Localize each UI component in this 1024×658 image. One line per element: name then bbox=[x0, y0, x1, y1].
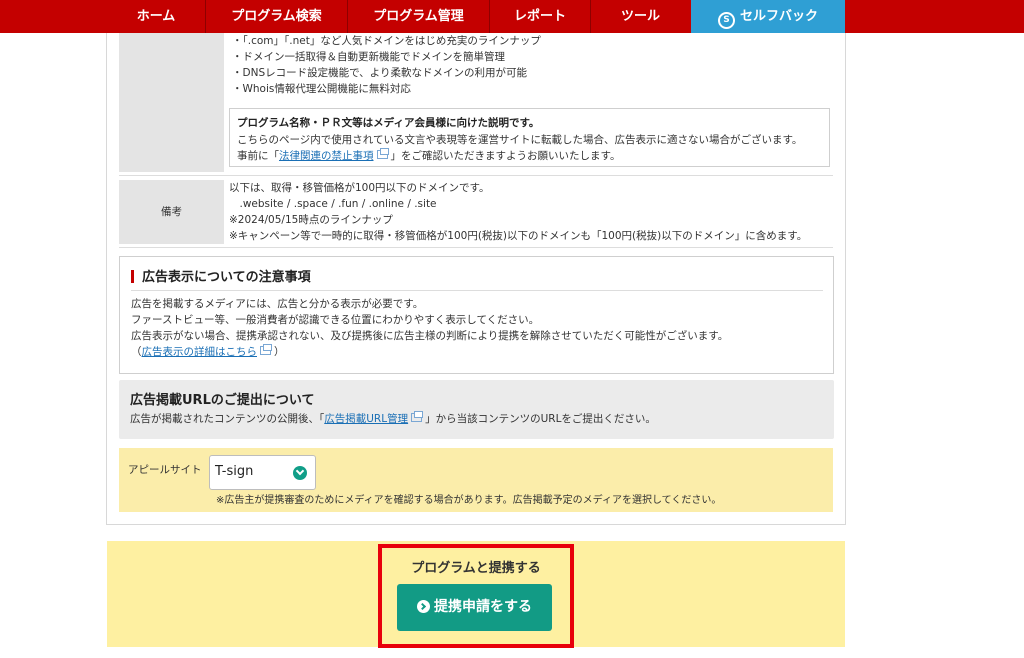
remarks-line: 以下は、取得・移管価格が100円以下のドメインです。 bbox=[229, 182, 490, 194]
ad-notice-title: 広告表示についての注意事項 bbox=[142, 270, 311, 285]
url-submission-title: 広告掲載URLのご提出について bbox=[130, 393, 315, 408]
appeal-site-select[interactable]: T-sign bbox=[209, 455, 316, 490]
row-divider bbox=[119, 175, 833, 176]
appeal-site-value: T-sign bbox=[215, 464, 254, 479]
remarks-label-cell: 備考 bbox=[119, 180, 224, 244]
pr-notice-box: プログラム名称・ＰＲ文等はメディア会員様に向けた説明です。 こちらのページ内で使… bbox=[229, 108, 830, 167]
cta-title: プログラムと提携する bbox=[411, 561, 541, 576]
remarks-line: .website / .space / .fun / .online / .si… bbox=[229, 198, 437, 210]
nav-tools[interactable]: ツール bbox=[591, 0, 690, 33]
row-divider bbox=[119, 247, 833, 248]
appeal-site-section: アピールサイト T-sign ※広告主が提携審査のためにメディアを確認する場合が… bbox=[119, 448, 833, 512]
appeal-site-note: ※広告主が提携審査のためにメディアを確認する場合があります。広告掲載予定のメディ… bbox=[216, 495, 722, 506]
nav-home[interactable]: ホーム bbox=[107, 0, 205, 33]
selfback-icon: S bbox=[717, 12, 735, 29]
pr-notice-pre: 事前に「 bbox=[237, 150, 279, 162]
feature-item: ・ドメイン一括取得＆自動更新機能でドメインを簡単管理 bbox=[232, 51, 505, 63]
ad-display-detail-link[interactable]: 広告表示の詳細はこちら bbox=[142, 346, 258, 358]
ad-notice-heading: 広告表示についての注意事項 bbox=[131, 266, 311, 285]
feature-item: ・「.com」「.net」など人気ドメインをはじめ充実のラインナップ bbox=[232, 35, 541, 47]
appeal-site-label: アピールサイト bbox=[128, 464, 202, 476]
nav-report[interactable]: レポート bbox=[490, 0, 590, 33]
pr-notice-post: 」をご確認いただきますようお願いいたします。 bbox=[390, 150, 621, 162]
ad-url-management-link[interactable]: 広告掲載URL管理 bbox=[324, 413, 408, 425]
top-nav: ホーム プログラム検索 プログラム管理 レポート ツール S セルフバック bbox=[0, 0, 1024, 33]
ad-notice-link-line: （広告表示の詳細はこちら ） bbox=[131, 344, 728, 360]
url-text-pre: 広告が掲載されたコンテンツの公開後、「 bbox=[130, 413, 325, 425]
remarks-content: 以下は、取得・移管価格が100円以下のドメインです。 .website / .s… bbox=[229, 180, 807, 244]
url-submission-text: 広告が掲載されたコンテンツの公開後、「広告掲載URL管理 」から当該コンテンツのU… bbox=[130, 411, 656, 427]
ad-notice-text: 広告を掲載するメディアには、広告と分かる表示が必要です。 ファーストビュー等、一… bbox=[131, 296, 728, 360]
pr-notice-title: プログラム名称・ＰＲ文等はメディア会員様に向けた説明です。 bbox=[237, 117, 540, 129]
feature-item: ・Whois情報代理公開機能に無料対応 bbox=[232, 83, 411, 95]
ad-notice-line: 広告表示がない場合、提携承認されない、及び提携後に広告主様の判断により提携を解除… bbox=[131, 330, 729, 342]
chevron-down-icon bbox=[293, 466, 307, 480]
nav-selfback[interactable]: S セルフバック bbox=[691, 0, 845, 33]
remarks-line: ※2024/05/15時点のラインナップ bbox=[229, 214, 393, 226]
feature-item: ・DNSレコード設定機能で、より柔軟なドメインの利用が可能 bbox=[232, 67, 527, 79]
external-link-icon bbox=[376, 148, 389, 159]
ad-notice-box: 広告表示についての注意事項 広告を掲載するメディアには、広告と分かる表示が必要で… bbox=[119, 256, 834, 374]
ad-notice-divider bbox=[131, 290, 823, 291]
remarks-label: 備考 bbox=[161, 206, 182, 218]
url-submission-box: 広告掲載URLのご提出について 広告が掲載されたコンテンツの公開後、「広告掲載U… bbox=[119, 380, 834, 439]
feature-label-cell bbox=[119, 33, 224, 172]
program-detail-card: ・「.com」「.net」など人気ドメインをはじめ充実のラインナップ ・ドメイン… bbox=[106, 33, 846, 525]
ad-notice-line: ファーストビュー等、一般消費者が認識できる位置にわかりやすく表示してください。 bbox=[131, 314, 540, 326]
pr-notice-text: こちらのページ内で使用されている文言や表現等を運営サイトに転載した場合、広告表示… bbox=[237, 134, 803, 146]
pr-notice-text2: 事前に「法律関連の禁止事項 」をご確認いただきますようお願いいたします。 bbox=[237, 148, 620, 164]
arrow-right-icon bbox=[417, 600, 430, 613]
ad-notice-paren: （ bbox=[131, 346, 142, 358]
legal-prohibition-link[interactable]: 法律関連の禁止事項 bbox=[279, 150, 374, 162]
ad-notice-paren: ） bbox=[274, 346, 285, 358]
heading-accent-bar bbox=[131, 270, 134, 283]
remarks-line: ※キャンペーン等で一時的に取得・移管価格が100円(税抜)以下のドメインも「10… bbox=[229, 230, 808, 242]
nav-program-management[interactable]: プログラム管理 bbox=[348, 0, 489, 33]
nav-selfback-label: セルフバック bbox=[739, 9, 818, 24]
feature-list: ・「.com」「.net」など人気ドメインをはじめ充実のラインナップ ・ドメイン… bbox=[232, 33, 541, 97]
external-link-icon bbox=[411, 411, 424, 422]
apply-partnership-button[interactable]: 提携申請をする bbox=[397, 584, 552, 631]
nav-program-search[interactable]: プログラム検索 bbox=[206, 0, 347, 33]
apply-button-label: 提携申請をする bbox=[434, 599, 532, 615]
ad-notice-line: 広告を掲載するメディアには、広告と分かる表示が必要です。 bbox=[131, 298, 424, 310]
external-link-icon bbox=[260, 344, 272, 355]
url-text-post: 」から当該コンテンツのURLをご提出ください。 bbox=[425, 413, 656, 425]
